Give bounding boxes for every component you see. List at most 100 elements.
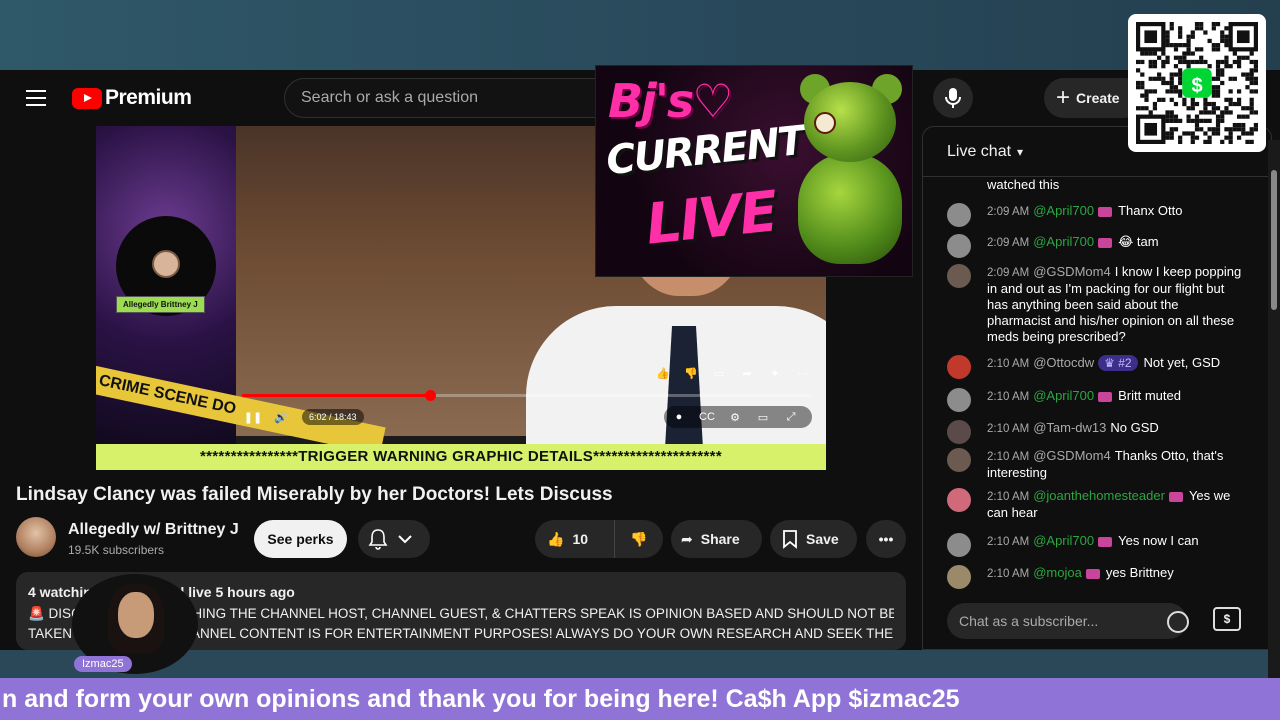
search-box[interactable]	[284, 78, 614, 118]
message-text: Britt muted	[1118, 388, 1181, 403]
member-badge-icon	[1098, 237, 1113, 248]
avatar[interactable]	[947, 533, 971, 557]
message-time: 2:10 AM	[987, 391, 1030, 403]
message-author[interactable]: @April700	[1033, 533, 1094, 548]
settings-icon[interactable]: ⚙	[724, 406, 746, 428]
message-author[interactable]: @joanthehomesteader	[1033, 488, 1165, 503]
avatar[interactable]	[947, 448, 971, 472]
bell-icon	[368, 529, 388, 550]
sparkle-icon[interactable]: ✦	[764, 362, 786, 384]
fullscreen-icon[interactable]: ⤢	[780, 406, 802, 428]
progress-bar[interactable]	[242, 390, 812, 401]
avatar[interactable]	[947, 420, 971, 444]
autoplay-toggle-icon[interactable]: ●	[668, 406, 690, 428]
thumbs-down-icon[interactable]: 👎	[680, 362, 702, 384]
scrolling-ticker: n and form your own opinions and thank y…	[0, 678, 1280, 720]
microphone-icon[interactable]	[933, 78, 973, 118]
chevron-down-icon[interactable]: ▾	[1017, 145, 1023, 159]
message-author[interactable]: @GSDMom4	[1033, 264, 1111, 279]
dislike-button[interactable]: 👎	[615, 520, 663, 558]
save-label: Save	[806, 531, 839, 547]
time-display: 6:02 / 18:43	[302, 409, 364, 425]
message-time: 2:10 AM	[987, 568, 1030, 580]
cash-app-qr-code: $	[1128, 14, 1266, 152]
message-author[interactable]: @April700	[1033, 203, 1094, 218]
logo-line-3: LIVE	[642, 179, 780, 258]
share-button[interactable]: ➦ Share	[671, 520, 762, 558]
thumbs-up-icon: 👍	[547, 530, 565, 547]
avatar[interactable]	[947, 203, 971, 227]
cast-icon[interactable]: ▭	[752, 406, 774, 428]
live-chat-panel: Live chat ▾ watched this 2:09 AM @April70…	[922, 126, 1272, 650]
video-name-tag: Allegedly Brittney J	[116, 296, 205, 313]
message-time: 2:10 AM	[987, 451, 1030, 463]
message-time: 2:09 AM	[987, 206, 1030, 218]
channel-name[interactable]: Allegedly w/ Brittney J	[68, 521, 239, 539]
embedded-player-controls: ❚❚ 🔊 6:02 / 18:43 ● CC ⚙ ▭ ⤢	[242, 390, 812, 436]
video-title: Lindsay Clancy was failed Miserably by h…	[16, 484, 613, 505]
avatar[interactable]	[947, 355, 971, 379]
more-icon[interactable]: ⋯	[792, 362, 814, 384]
share-icon: ➦	[681, 530, 693, 547]
thumbs-up-icon[interactable]: 👍	[652, 362, 674, 384]
chat-message: 2:10 AM @mojoa yes Brittney	[947, 565, 1243, 589]
chat-input[interactable]	[947, 603, 1187, 639]
avatar[interactable]	[947, 488, 971, 512]
message-author[interactable]: @April700	[1033, 388, 1094, 403]
bookmark-icon	[783, 530, 797, 549]
chat-message: 2:09 AM @April700 😂 tam	[947, 234, 1243, 258]
message-time: 2:09 AM	[987, 267, 1030, 279]
trigger-warning-banner: ****************TRIGGER WARNING GRAPHIC …	[96, 444, 826, 470]
subscriber-count: 19.5K subscribers	[68, 543, 165, 557]
page-scrollbar[interactable]	[1268, 140, 1280, 720]
message-author[interactable]: @GSDMom4	[1033, 448, 1111, 463]
share-icon[interactable]: ➦	[736, 362, 758, 384]
youtube-premium-logo[interactable]: Premium	[72, 86, 192, 110]
message-text: 😂 tam	[1118, 234, 1159, 249]
notifications-button[interactable]	[358, 520, 430, 558]
message-text: Yes now I can	[1118, 533, 1199, 548]
gummy-bear-graphic	[792, 72, 908, 268]
plus-icon: +	[1056, 84, 1071, 111]
super-chat-dollar-icon[interactable]: $	[1213, 607, 1241, 631]
logo-wordmark: Premium	[105, 86, 192, 109]
menu-icon[interactable]	[26, 90, 46, 106]
see-perks-button[interactable]: See perks	[254, 520, 347, 558]
search-input[interactable]	[285, 79, 613, 117]
like-dislike-group: 👍 10 👎	[535, 520, 663, 558]
crown-badge: ♛ #2	[1098, 355, 1138, 371]
thumbs-down-icon: 👎	[630, 530, 648, 547]
message-author[interactable]: @Ottocdw	[1033, 355, 1094, 370]
volume-icon[interactable]: 🔊	[270, 406, 292, 428]
message-text: Not yet, GSD	[1143, 355, 1221, 370]
avatar[interactable]	[947, 388, 971, 412]
captions-icon[interactable]: CC	[696, 406, 718, 428]
like-button[interactable]: 👍 10	[535, 520, 615, 558]
svg-text:$: $	[1191, 75, 1202, 97]
pause-icon[interactable]: ❚❚	[242, 406, 264, 428]
avatar[interactable]	[947, 565, 971, 589]
save-button[interactable]: Save	[770, 520, 857, 558]
message-time: 2:09 AM	[987, 237, 1030, 249]
avatar[interactable]	[947, 234, 971, 258]
emoji-icon[interactable]	[1167, 611, 1189, 633]
member-badge-icon	[1168, 491, 1183, 502]
channel-avatar[interactable]	[16, 517, 56, 557]
chat-title[interactable]: Live chat	[947, 143, 1011, 161]
comment-icon[interactable]: ▭	[708, 362, 730, 384]
message-author[interactable]: @April700	[1033, 234, 1094, 249]
message-text: Thanx Otto	[1118, 203, 1183, 218]
youtube-play-icon	[72, 87, 102, 109]
avatar[interactable]	[947, 264, 971, 288]
progress-knob[interactable]	[425, 390, 437, 401]
chat-message: 2:10 AM @April700 Britt muted	[947, 388, 1243, 412]
message-text: watched this	[987, 177, 1060, 192]
more-icon: •••	[878, 531, 894, 547]
logo-line-1: Bj's♡	[608, 74, 734, 128]
member-badge-icon	[1085, 568, 1100, 579]
message-author[interactable]: @mojoa	[1033, 565, 1082, 580]
message-author[interactable]: @Tam-dw13	[1033, 420, 1106, 435]
more-actions-button[interactable]: •••	[866, 520, 906, 558]
chat-message: 2:10 AM @Tam-dw13 No GSD	[947, 420, 1243, 444]
message-text: yes Brittney	[1105, 565, 1174, 580]
